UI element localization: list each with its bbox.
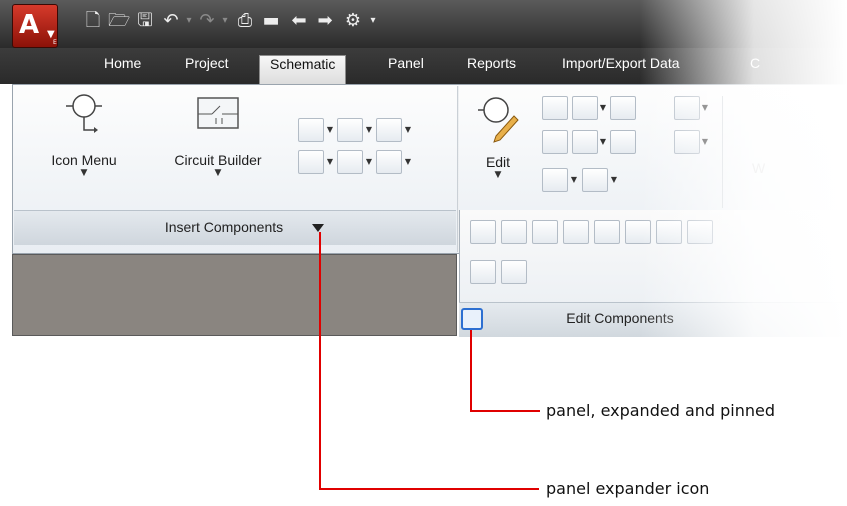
scoot-icon[interactable] [470,220,496,244]
chevron-down-icon[interactable]: ▼ [403,150,413,174]
chevron-down-icon[interactable]: ▼ [325,150,335,174]
drawing-area[interactable] [12,254,457,336]
edit-button[interactable]: Edit ▼ [466,92,530,204]
circuit-builder-icon [197,97,239,129]
retag-icon[interactable] [501,220,527,244]
folder-icon[interactable]: ▬ [260,10,282,32]
icon-menu-label: Icon Menu [51,152,117,168]
callout-expander-text: panel expander icon [546,479,710,498]
insert-terminal-icon[interactable] [337,118,363,142]
fix-tag-icon[interactable] [563,220,589,244]
callout-line [319,232,321,490]
chevron-down-icon[interactable]: ▼ [364,118,374,142]
delete-component-icon[interactable] [542,96,568,120]
cross-reference-icon[interactable] [542,168,568,192]
swap-component-icon[interactable] [572,130,598,154]
pin-icon-edit[interactable] [594,220,620,244]
chevron-down-icon[interactable]: ▼ [364,150,374,174]
fade-overlay [640,0,847,340]
callout-expanded-text: panel, expanded and pinned [546,401,776,420]
move-light-icon[interactable] [582,168,608,192]
chevron-down-icon[interactable]: ▼ [325,118,335,142]
tab-home[interactable]: Home [104,55,141,82]
insert-circuit-icon[interactable] [337,150,363,174]
tab-panel[interactable]: Panel [388,55,424,82]
copy-component-icon[interactable] [542,130,568,154]
icon-menu-icon [66,94,102,133]
insert-pneumatic-icon[interactable] [298,150,324,174]
tab-schematic[interactable]: Schematic [259,55,347,85]
forward-arrow-icon[interactable]: ➡ [314,10,336,32]
tab-project[interactable]: Project [185,55,229,82]
qat-dropdown-icon[interactable]: ▾ [368,10,378,32]
reverse-flip-icon[interactable] [610,96,636,120]
panel-expander-icon[interactable] [312,224,324,232]
chevron-down-icon[interactable]: ▼ [598,96,608,120]
insert-components-panel-title: Insert Components [164,219,284,235]
app-edition-mark: E [53,39,57,46]
icon-menu-button[interactable]: Icon Menu ▼ [36,92,132,204]
chevron-down-icon[interactable]: ▼ [403,118,413,142]
edit-label: Edit [485,154,511,170]
insert-connector-icon[interactable] [376,118,402,142]
open-folder-icon[interactable]: 🗁 [108,10,130,32]
chevron-down-icon: ▼ [494,170,502,180]
move-component-icon[interactable] [572,96,598,120]
circuit-builder-label: Circuit Builder [174,152,262,168]
undo-dropdown-icon[interactable]: ▾ [184,10,194,32]
update-icon[interactable] [501,260,527,284]
project-icon[interactable]: ⚙ [342,10,364,32]
edit-icon [478,97,519,143]
toggle-no-nc-icon[interactable] [532,220,558,244]
callout-line [470,410,540,412]
autocad-logo-icon: A [19,10,40,40]
callout-line [319,488,539,490]
callout-line [470,330,472,412]
new-file-icon[interactable]: 🗋 [82,10,104,32]
chevron-down-icon: ▼ [214,168,222,178]
back-arrow-icon[interactable]: ⬅ [288,10,310,32]
redo-icon[interactable]: ↷ [196,10,218,32]
insert-wire-icon[interactable] [298,118,324,142]
pin-icon[interactable] [461,308,483,330]
align-icon[interactable] [610,130,636,154]
chevron-down-icon[interactable]: ▼ [609,168,619,192]
redo-dropdown-icon[interactable]: ▾ [220,10,230,32]
undo-icon[interactable]: ↶ [160,10,182,32]
chevron-down-icon[interactable]: ▼ [598,130,608,154]
circuit-builder-button[interactable]: Circuit Builder ▼ [158,92,278,204]
insert-ladder-icon[interactable] [376,150,402,174]
tab-reports[interactable]: Reports [467,55,516,82]
application-menu-button[interactable]: A ▼ E [12,4,58,48]
user-table-icon[interactable] [470,260,496,284]
chevron-down-icon: ▼ [80,168,88,178]
save-icon[interactable]: 🖫 [134,10,156,32]
chevron-down-icon[interactable]: ▼ [569,168,579,192]
print-icon[interactable]: ⎙ [234,10,256,32]
